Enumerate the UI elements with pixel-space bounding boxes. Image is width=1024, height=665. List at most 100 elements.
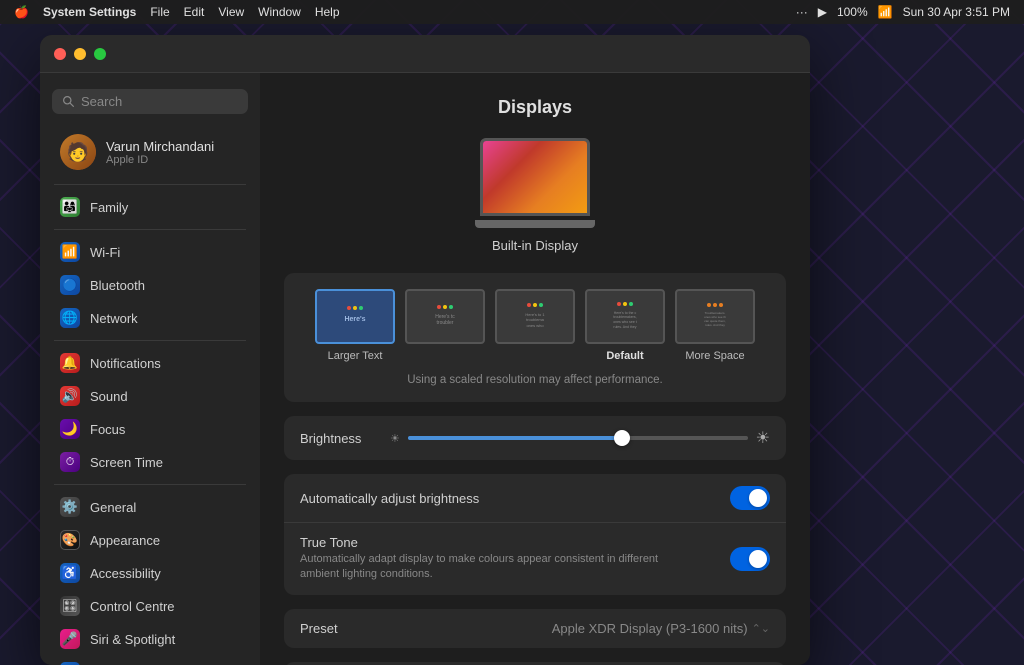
preset-chevron-icon: ⌃⌄ [752, 622, 770, 635]
sidebar-item-sound[interactable]: 🔊 Sound [46, 380, 254, 412]
sidebar-item-accessibility[interactable]: ♿ Accessibility [46, 557, 254, 589]
notifications-icon: 🔔 [60, 353, 80, 373]
sidebar-item-siri[interactable]: 🎤 Siri & Spotlight [46, 623, 254, 655]
menubar-left: 🍎 System Settings File Edit View Window … [14, 5, 340, 19]
siri-icon: 🎤 [60, 629, 80, 649]
resolution-option-3[interactable]: Here's to 1troublemaones who [495, 289, 575, 362]
appearance-icon: 🎨 [60, 530, 80, 550]
res-label-more-space: More Space [685, 350, 744, 362]
menu-view[interactable]: View [218, 5, 244, 19]
sidebar-item-family[interactable]: 👨‍👩‍👧 Family [46, 191, 254, 223]
menubar-play: ▶ [818, 5, 827, 19]
res-preview-more-space: Troublemakers.ones who see thcan quote t… [675, 289, 755, 344]
brightness-label: Brightness [300, 431, 380, 446]
menu-file[interactable]: File [150, 5, 169, 19]
true-tone-toggle[interactable] [730, 547, 770, 571]
panel-title: Displays [284, 97, 786, 118]
sidebar-item-general[interactable]: ⚙️ General [46, 491, 254, 523]
minimize-button[interactable] [74, 48, 86, 60]
brightness-row: Brightness ☀ ☀ [284, 416, 786, 460]
sidebar-item-bluetooth[interactable]: 🔵 Bluetooth [46, 269, 254, 301]
focus-label: Focus [90, 422, 125, 437]
true-tone-row: True Tone Automatically adapt display to… [284, 523, 786, 595]
sidebar-item-privacy[interactable]: 🔒 Privacy & Security [46, 656, 254, 665]
brightness-thumb[interactable] [614, 430, 630, 446]
user-role: Apple ID [106, 154, 214, 166]
general-label: General [90, 500, 136, 515]
sidebar-item-controlcentre[interactable]: 🎛 Control Centre [46, 590, 254, 622]
content-area: 🧑 Varun Mirchandani Apple ID 👨‍👩‍👧 Famil… [40, 73, 810, 665]
screentime-label: Screen Time [90, 455, 163, 470]
sidebar-item-wifi[interactable]: 📶 Wi-Fi [46, 236, 254, 268]
res-label-larger: Larger Text [328, 350, 383, 362]
accessibility-label: Accessibility [90, 566, 161, 581]
preset-section: Preset Apple XDR Display (P3-1600 nits) … [284, 609, 786, 648]
preset-text: Apple XDR Display (P3-1600 nits) [552, 621, 748, 636]
menu-window[interactable]: Window [258, 5, 301, 19]
sidebar-item-appearance[interactable]: 🎨 Appearance [46, 524, 254, 556]
network-label: Network [90, 311, 138, 326]
menu-edit[interactable]: Edit [184, 5, 205, 19]
menubar-right: ··· ▶ 100% 📶 Sun 30 Apr 3:51 PM [796, 5, 1010, 19]
notifications-label: Notifications [90, 356, 161, 371]
brightness-slider-container[interactable]: ☀ ☀ [390, 428, 770, 448]
auto-brightness-label: Automatically adjust brightness [300, 491, 479, 506]
resolution-option-2[interactable]: Here's tctroubler [405, 289, 485, 362]
divider-1 [54, 184, 246, 185]
sun-large-icon: ☀ [756, 428, 770, 448]
apple-logo[interactable]: 🍎 [14, 5, 29, 19]
search-box[interactable] [52, 89, 248, 114]
laptop-base [475, 220, 595, 228]
preset-value[interactable]: Apple XDR Display (P3-1600 nits) ⌃⌄ [552, 621, 770, 636]
sidebar-item-screentime[interactable]: ⏱ Screen Time [46, 446, 254, 478]
perf-warning: Using a scaled resolution may affect per… [300, 374, 770, 386]
controlcentre-icon: 🎛 [60, 596, 80, 616]
auto-brightness-toggle[interactable] [730, 486, 770, 510]
family-label: Family [90, 200, 128, 215]
resolution-option-default[interactable]: Here's to the ctroublemakers,ones who se… [585, 289, 665, 362]
app-name: System Settings [43, 5, 136, 19]
brightness-track[interactable] [408, 436, 748, 440]
res-preview-2: Here's tctroubler [405, 289, 485, 344]
resolution-option-larger[interactable]: Here's Larger Text [315, 289, 395, 362]
sound-label: Sound [90, 389, 128, 404]
network-icon: 🌐 [60, 308, 80, 328]
wifi-icon: 📶 [60, 242, 80, 262]
screentime-icon: ⏱ [60, 452, 80, 472]
sidebar-item-network[interactable]: 🌐 Network [46, 302, 254, 334]
sidebar-item-focus[interactable]: 🌙 Focus [46, 413, 254, 445]
search-icon [62, 95, 75, 108]
focus-icon: 🌙 [60, 419, 80, 439]
menubar-battery: 100% [837, 5, 868, 19]
close-button[interactable] [54, 48, 66, 60]
true-tone-sublabel: Automatically adapt display to make colo… [300, 552, 680, 583]
res-preview-larger: Here's [315, 289, 395, 344]
res-label-default: Default [606, 350, 643, 362]
family-icon: 👨‍👩‍👧 [60, 197, 80, 217]
laptop-graphic [475, 138, 595, 228]
sound-icon: 🔊 [60, 386, 80, 406]
resolution-options: Here's Larger Text Here's tctroub [300, 289, 770, 362]
menubar-wifi: 📶 [878, 5, 893, 19]
controlcentre-label: Control Centre [90, 599, 175, 614]
resolution-option-more-space[interactable]: Troublemakers.ones who see thcan quote t… [675, 289, 755, 362]
display-preview: Built-in Display [284, 138, 786, 253]
sidebar: 🧑 Varun Mirchandani Apple ID 👨‍👩‍👧 Famil… [40, 73, 260, 665]
brightness-settings-section: Automatically adjust brightness True Ton… [284, 474, 786, 595]
user-profile[interactable]: 🧑 Varun Mirchandani Apple ID [46, 126, 254, 178]
menubar-dots: ··· [796, 5, 808, 19]
avatar: 🧑 [60, 134, 96, 170]
siri-label: Siri & Spotlight [90, 632, 175, 647]
settings-window: 🧑 Varun Mirchandani Apple ID 👨‍👩‍👧 Famil… [40, 35, 810, 665]
preset-row[interactable]: Preset Apple XDR Display (P3-1600 nits) … [284, 609, 786, 648]
divider-3 [54, 340, 246, 341]
preset-label: Preset [300, 621, 338, 636]
maximize-button[interactable] [94, 48, 106, 60]
search-input[interactable] [81, 94, 238, 109]
menu-help[interactable]: Help [315, 5, 340, 19]
bluetooth-label: Bluetooth [90, 278, 145, 293]
general-icon: ⚙️ [60, 497, 80, 517]
res-preview-default: Here's to the ctroublemakers,ones who se… [585, 289, 665, 344]
sidebar-item-notifications[interactable]: 🔔 Notifications [46, 347, 254, 379]
user-name: Varun Mirchandani [106, 139, 214, 154]
